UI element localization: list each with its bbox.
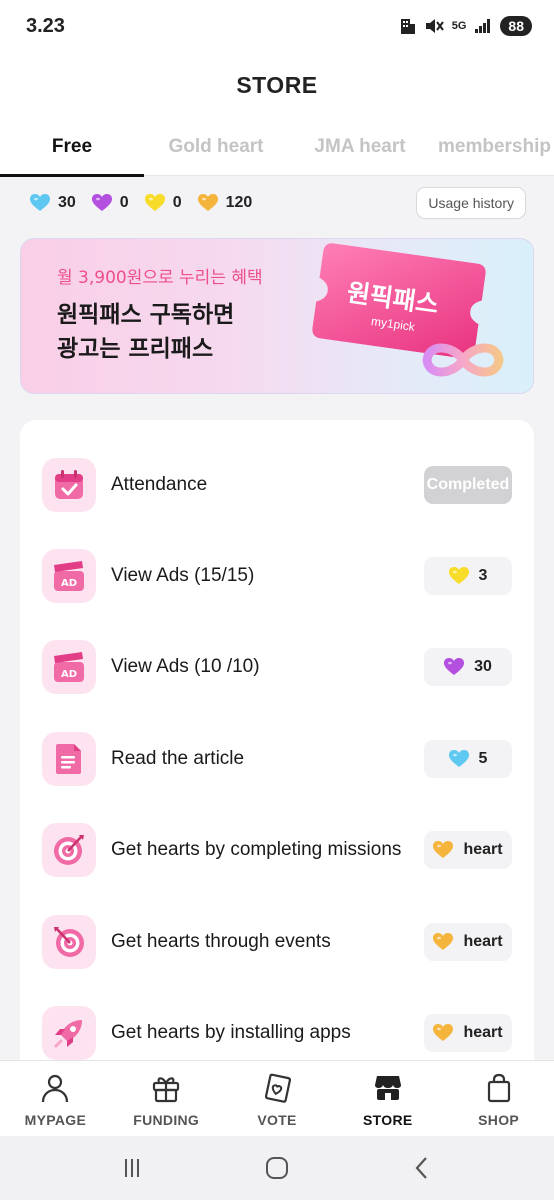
store-tabs: Free Gold heart JMA heart membership: [0, 118, 554, 177]
gift-icon: [153, 1077, 180, 1103]
infinity-icon: [422, 343, 504, 377]
reward-button[interactable]: heart: [424, 1014, 512, 1052]
list-item-missions[interactable]: Get hearts by completing missions heart: [20, 804, 534, 896]
shopping-bag-icon: [487, 1073, 510, 1103]
target-icon: [42, 915, 96, 969]
status-icons: 5G 88: [400, 16, 532, 36]
ad-clapper-icon: AD: [42, 549, 96, 603]
gold-heart-icon: [433, 1024, 454, 1041]
reward-value: heart: [463, 841, 503, 858]
mute-icon: [425, 19, 444, 33]
balance-blue: 30: [30, 194, 76, 212]
nav-label: STORE: [363, 1112, 413, 1128]
banner-subtitle: 월 3,900원으로 누리는 혜택: [57, 268, 263, 288]
blue-heart-icon: [30, 194, 50, 211]
target-icon: [42, 823, 96, 877]
blue-heart-icon: [448, 750, 469, 767]
task-label: Read the article: [111, 748, 245, 769]
list-item-read-article[interactable]: Read the article 5: [20, 713, 534, 805]
list-item-events[interactable]: Get hearts through events heart: [20, 896, 534, 988]
nav-vote[interactable]: VOTE: [222, 1061, 333, 1136]
vote-card-icon: [264, 1073, 291, 1103]
banner-headline-2: 광고는 프리패스: [57, 336, 214, 362]
battery-indicator: 88: [500, 16, 532, 36]
reward-value: heart: [463, 933, 503, 950]
reward-button[interactable]: 30: [424, 648, 512, 686]
gold-heart-icon: [433, 841, 454, 858]
nav-shop[interactable]: SHOP: [443, 1061, 554, 1136]
svg-text:AD: AD: [61, 669, 77, 680]
rocket-icon: [42, 1006, 96, 1060]
back-icon[interactable]: [408, 1154, 436, 1182]
free-hearts-task-list: Attendance Completed AD View Ads (15/15)…: [20, 420, 534, 1080]
balance-value: 0: [119, 194, 129, 211]
page-title: STORE: [236, 71, 318, 98]
nav-label: MYPAGE: [24, 1112, 87, 1128]
reward-value: 3: [478, 567, 488, 584]
balance-yellow: 0: [144, 194, 182, 212]
reward-button[interactable]: heart: [424, 923, 512, 961]
yellow-heart-icon: [144, 194, 165, 211]
nav-label: FUNDING: [133, 1112, 200, 1128]
nav-store[interactable]: STORE: [332, 1061, 443, 1136]
list-item-attendance[interactable]: Attendance Completed: [20, 439, 534, 531]
ad-clapper-icon: AD: [42, 640, 96, 694]
calendar-check-icon: [42, 458, 96, 512]
nav-mypage[interactable]: MYPAGE: [0, 1061, 111, 1136]
store-icon: [374, 1076, 401, 1100]
reward-button[interactable]: heart: [424, 831, 512, 869]
status-time: 3.23: [26, 14, 65, 37]
balance-value: 30: [58, 194, 76, 211]
status-bar: 3.23 5G 88: [0, 0, 554, 52]
purple-heart-icon: [91, 194, 112, 211]
heart-balances: 30 0 0 120 Usage history: [0, 176, 554, 230]
home-icon[interactable]: [263, 1154, 291, 1182]
nav-label: VOTE: [257, 1112, 297, 1128]
list-item-view-ads-2[interactable]: AD View Ads (10 /10) 30: [20, 621, 534, 713]
balance-value: 0: [172, 194, 182, 211]
balance-gold: 120: [197, 194, 253, 212]
reward-value: 5: [478, 750, 488, 767]
tab-jma-heart[interactable]: JMA heart: [288, 118, 432, 176]
purple-heart-icon: [444, 658, 465, 675]
task-label: Get hearts through events: [111, 931, 331, 952]
task-label: View Ads (15/15): [111, 565, 255, 586]
task-label: Get hearts by completing missions: [111, 839, 402, 860]
usage-history-button[interactable]: Usage history: [416, 187, 526, 219]
bottom-nav: MYPAGE FUNDING VOTE STORE SHOP: [0, 1060, 554, 1136]
building-icon: [400, 19, 415, 34]
document-icon: [42, 732, 96, 786]
system-nav-bar: [0, 1136, 554, 1200]
banner-headline-1: 원픽패스 구독하면: [57, 302, 235, 328]
gold-heart-icon: [197, 194, 218, 211]
balance-purple: 0: [91, 194, 129, 212]
svg-text:AD: AD: [61, 578, 77, 589]
gold-heart-icon: [433, 933, 454, 950]
completed-badge: Completed: [424, 466, 512, 504]
balance-value: 120: [225, 194, 253, 211]
reward-button[interactable]: 3: [424, 557, 512, 595]
task-label: Get hearts by installing apps: [111, 1022, 351, 1043]
nav-funding[interactable]: FUNDING: [111, 1061, 222, 1136]
reward-button[interactable]: 5: [424, 740, 512, 778]
page-header: STORE: [0, 52, 554, 118]
tab-free[interactable]: Free: [0, 118, 144, 177]
task-label: View Ads (10 /10): [111, 656, 260, 677]
membership-banner[interactable]: 월 3,900원으로 누리는 혜택 원픽패스 구독하면 광고는 프리패스 원픽패…: [20, 238, 534, 394]
reward-value: heart: [463, 1024, 503, 1041]
network-label: 5G: [451, 20, 467, 32]
signal-icon: [475, 19, 491, 33]
recent-apps-icon[interactable]: [118, 1154, 146, 1182]
tab-gold-heart[interactable]: Gold heart: [144, 118, 288, 176]
yellow-heart-icon: [448, 567, 469, 584]
task-label: Attendance: [111, 474, 208, 495]
nav-label: SHOP: [478, 1112, 520, 1128]
list-item-view-ads-1[interactable]: AD View Ads (15/15) 3: [20, 530, 534, 622]
person-icon: [42, 1074, 69, 1103]
tab-membership[interactable]: membership: [432, 118, 554, 176]
reward-value: 30: [474, 658, 492, 675]
